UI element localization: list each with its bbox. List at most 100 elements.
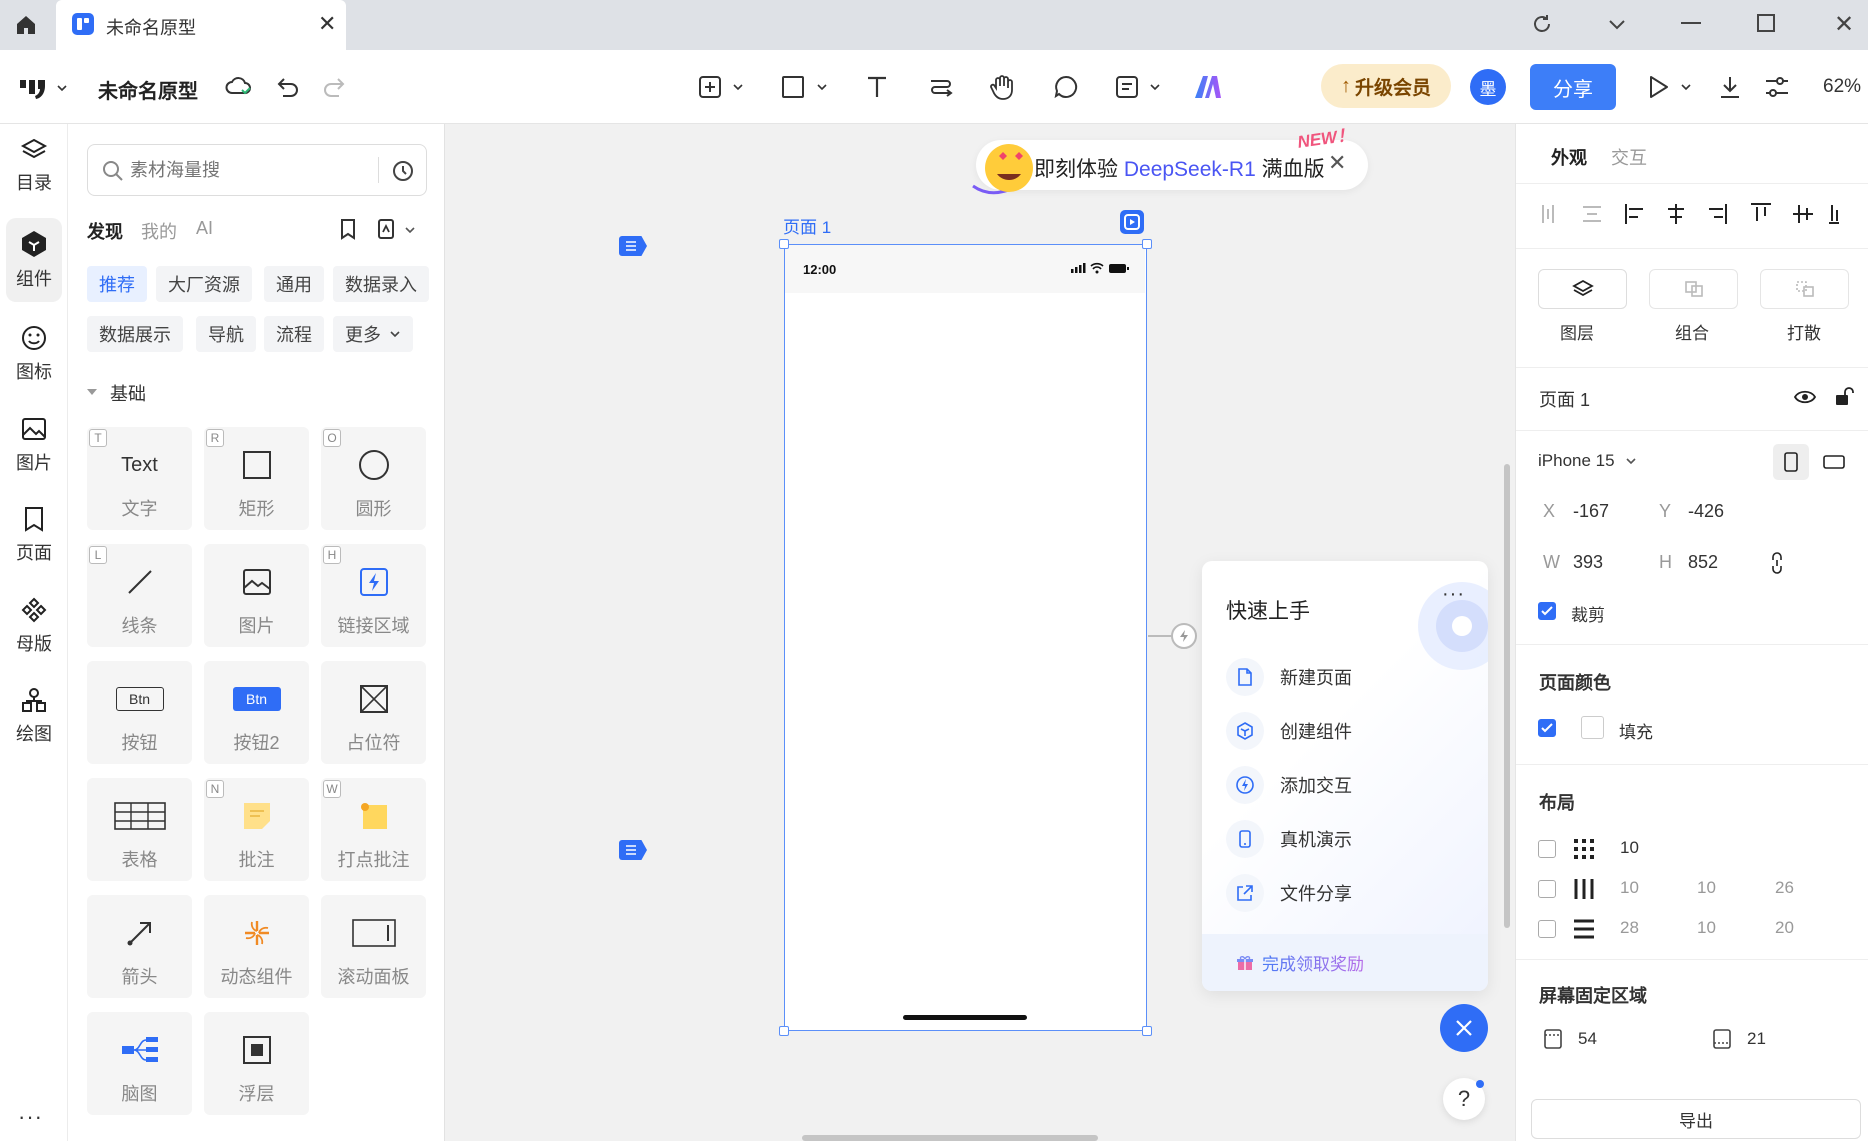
chip-data-input[interactable]: 数据录入 [333, 266, 429, 302]
chevron-down-icon[interactable] [732, 81, 744, 93]
chevron-down-icon[interactable] [1680, 81, 1692, 93]
close-icon[interactable]: ✕ [318, 12, 336, 36]
unlock-icon[interactable] [1834, 386, 1854, 406]
eye-icon[interactable] [1794, 388, 1816, 406]
rows-checkbox[interactable] [1538, 920, 1556, 938]
chevron-down-icon[interactable] [404, 224, 416, 236]
triangle-down-icon[interactable] [86, 386, 98, 398]
zoom-level[interactable]: 62% [1823, 76, 1861, 98]
interaction-bolt-icon[interactable] [1171, 623, 1197, 649]
align-toolbar[interactable] [1539, 201, 1839, 227]
quickstart-item-new-page[interactable]: 新建页面 [1226, 657, 1352, 697]
horizontal-scrollbar[interactable] [802, 1135, 1098, 1141]
canvas[interactable]: 即刻体验 DeepSeek-R1 满血版 ✕ NEW！ 页面 1 12:00 快… [446, 124, 1515, 1141]
columns-gutter[interactable]: 10 [1697, 878, 1716, 898]
component-image[interactable]: 图片 [204, 544, 309, 647]
columns-margin[interactable]: 26 [1775, 878, 1794, 898]
bookmark-icon[interactable] [338, 218, 358, 240]
landscape-toggle[interactable] [1816, 444, 1852, 480]
device-select[interactable]: iPhone 15 [1538, 451, 1637, 471]
x-input[interactable]: -167 [1573, 501, 1609, 522]
upgrade-button[interactable]: ↑ 升级会员 [1321, 64, 1451, 108]
chip-flow[interactable]: 流程 [264, 316, 324, 352]
ai-logo-icon[interactable] [1192, 70, 1226, 104]
quickstart-item-device-demo[interactable]: 真机演示 [1226, 819, 1352, 859]
insert-page-icon[interactable] [693, 70, 727, 104]
banner-close-icon[interactable]: ✕ [1328, 150, 1346, 176]
chevron-down-icon[interactable] [1605, 12, 1629, 36]
text-tool-icon[interactable] [860, 70, 894, 104]
group-button[interactable] [1649, 269, 1738, 309]
quickstart-item-file-share[interactable]: 文件分享 [1226, 873, 1352, 913]
window-close-icon[interactable]: ✕ [1834, 10, 1854, 39]
doc-title[interactable]: 未命名原型 [98, 75, 198, 104]
grid-checkbox[interactable] [1538, 840, 1556, 858]
resize-handle[interactable] [779, 1026, 789, 1036]
component-mindmap[interactable]: 脑图 [87, 1012, 192, 1115]
fill-checkbox[interactable] [1538, 719, 1556, 737]
fixed-top-value[interactable]: 54 [1578, 1029, 1597, 1049]
tab-document[interactable]: 未命名原型 ✕ [56, 0, 346, 50]
rail-item-components[interactable]: 组件 [6, 218, 62, 302]
component-rectangle[interactable]: R 矩形 [204, 427, 309, 530]
annotation-tag-icon[interactable] [619, 236, 647, 256]
grid-value[interactable]: 10 [1620, 838, 1639, 858]
rows-count[interactable]: 28 [1620, 918, 1639, 938]
section-title[interactable]: 基础 [110, 380, 146, 406]
component-pin-note[interactable]: W 打点批注 [321, 778, 426, 881]
portrait-toggle[interactable] [1773, 444, 1809, 480]
tab-interaction[interactable]: 交互 [1611, 144, 1647, 170]
undo-icon[interactable] [274, 74, 300, 100]
reward-bar[interactable]: 完成领取奖励 [1202, 934, 1488, 991]
page-label[interactable]: 页面 1 [783, 213, 831, 238]
play-icon[interactable] [1641, 70, 1675, 104]
fixed-bottom-value[interactable]: 21 [1747, 1029, 1766, 1049]
component-line[interactable]: L 线条 [87, 544, 192, 647]
close-quickstart-button[interactable] [1440, 1004, 1488, 1052]
component-button[interactable]: Btn 按钮 [87, 661, 192, 764]
columns-count[interactable]: 10 [1620, 878, 1639, 898]
avatar[interactable]: 墨 [1470, 69, 1506, 105]
resize-handle[interactable] [1142, 239, 1152, 249]
chip-navigation[interactable]: 导航 [196, 316, 256, 352]
component-circle[interactable]: O 圆形 [321, 427, 426, 530]
columns-checkbox[interactable] [1538, 880, 1556, 898]
comment-tool-icon[interactable] [1049, 70, 1083, 104]
y-input[interactable]: -426 [1688, 501, 1724, 522]
phone-page-frame[interactable]: 12:00 [784, 244, 1147, 1031]
component-button2[interactable]: Btn 按钮2 [204, 661, 309, 764]
component-arrow[interactable]: 箭头 [87, 895, 192, 998]
component-text[interactable]: T Text 文字 [87, 427, 192, 530]
minimize-icon[interactable] [1681, 22, 1701, 24]
chip-recommend[interactable]: 推荐 [87, 266, 147, 302]
rail-item-draw[interactable]: 绘图 [0, 674, 68, 758]
rail-item-icons[interactable]: 图标 [0, 312, 68, 396]
more-icon[interactable]: ··· [18, 1104, 43, 1130]
rail-item-outline[interactable]: 目录 [0, 124, 68, 208]
chevron-down-icon[interactable] [816, 81, 828, 93]
home-icon[interactable] [14, 13, 38, 37]
component-link-area[interactable]: H 链接区域 [321, 544, 426, 647]
rows-gutter[interactable]: 10 [1697, 918, 1716, 938]
page-name[interactable]: 页面 1 [1539, 386, 1590, 412]
chevron-down-icon[interactable] [1149, 81, 1161, 93]
w-input[interactable]: 393 [1573, 552, 1603, 573]
more-icon[interactable]: ··· [1442, 583, 1465, 606]
tab-ai[interactable]: AI [196, 218, 213, 239]
component-overlay[interactable]: 浮层 [204, 1012, 309, 1115]
h-input[interactable]: 852 [1688, 552, 1718, 573]
import-icon[interactable] [376, 218, 396, 240]
vertical-scrollbar[interactable] [1504, 464, 1510, 928]
settings-sliders-icon[interactable] [1760, 70, 1794, 104]
fill-color-swatch[interactable] [1581, 716, 1604, 739]
rail-item-images[interactable]: 图片 [0, 403, 68, 487]
redo-icon[interactable] [322, 74, 348, 100]
chip-more[interactable]: 更多 [333, 316, 413, 352]
cloud-sync-icon[interactable] [225, 74, 253, 98]
link-ratio-icon[interactable] [1770, 552, 1784, 574]
annotation-tag-icon[interactable] [619, 840, 647, 860]
resize-handle[interactable] [1142, 1026, 1152, 1036]
component-dynamic[interactable]: 动态组件 [204, 895, 309, 998]
tab-appearance[interactable]: 外观 [1551, 144, 1587, 170]
ungroup-button[interactable] [1760, 269, 1849, 309]
